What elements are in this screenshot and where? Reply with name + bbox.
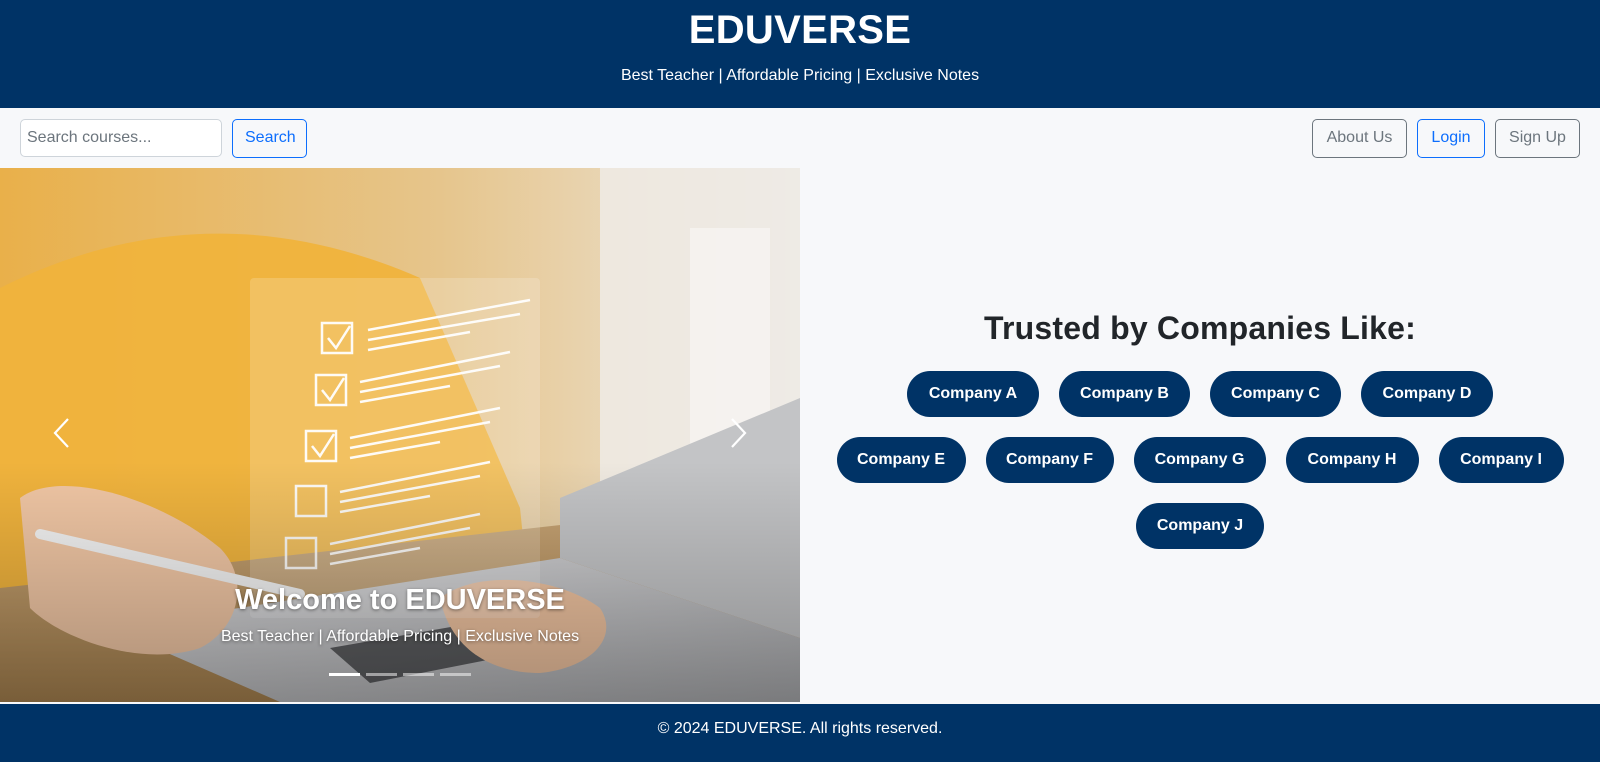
carousel-indicator-4[interactable] <box>440 673 471 676</box>
about-us-button[interactable]: About Us <box>1312 118 1407 158</box>
carousel-next-button[interactable] <box>718 408 758 458</box>
footer-copyright: © 2024 EDUVERSE. All rights reserved. <box>657 720 943 737</box>
company-badge-f[interactable]: Company F <box>985 437 1114 483</box>
company-badge-d[interactable]: Company D <box>1361 371 1493 417</box>
carousel-indicators <box>0 673 800 676</box>
carousel-prev-button[interactable] <box>42 408 82 458</box>
company-row: Company E Company F Company G Company H … <box>836 437 1564 483</box>
trusted-title: Trusted by Companies Like: <box>984 310 1416 346</box>
company-row: Company J <box>1136 503 1264 549</box>
chevron-left-icon <box>53 418 69 448</box>
carousel-indicator-2[interactable] <box>366 673 397 676</box>
company-badge-h[interactable]: Company H <box>1285 437 1419 483</box>
company-badge-e[interactable]: Company E <box>836 437 966 483</box>
carousel-caption-title: Welcome to EDUVERSE <box>235 584 565 616</box>
nav-actions: About Us Login Sign Up <box>1312 118 1580 158</box>
site-tagline: Best Teacher | Affordable Pricing | Excl… <box>620 67 980 84</box>
carousel-indicator-1[interactable] <box>329 673 360 676</box>
site-title: EDUVERSE <box>688 8 912 52</box>
company-list: Company A Company B Company C Company D … <box>836 371 1564 549</box>
hero-carousel: Welcome to EDUVERSE Best Teacher | Affor… <box>0 168 800 702</box>
company-badge-i[interactable]: Company I <box>1438 437 1564 483</box>
chevron-right-icon <box>731 418 747 448</box>
company-badge-c[interactable]: Company C <box>1210 371 1341 417</box>
carousel-caption: Welcome to EDUVERSE Best Teacher | Affor… <box>0 582 800 646</box>
company-row: Company A Company B Company C Company D <box>907 371 1493 417</box>
search-input[interactable] <box>20 119 222 157</box>
login-button[interactable]: Login <box>1417 118 1485 158</box>
company-badge-j[interactable]: Company J <box>1136 503 1264 549</box>
trusted-companies-section: Trusted by Companies Like: Company A Com… <box>800 168 1600 702</box>
navbar: Search About Us Login Sign Up <box>0 108 1600 168</box>
company-badge-a[interactable]: Company A <box>907 371 1039 417</box>
search-button[interactable]: Search <box>232 118 307 158</box>
carousel-caption-subtitle: Best Teacher | Affordable Pricing | Excl… <box>220 628 580 645</box>
company-badge-b[interactable]: Company B <box>1059 371 1190 417</box>
site-header: EDUVERSE Best Teacher | Affordable Prici… <box>0 0 1600 108</box>
main-content: Welcome to EDUVERSE Best Teacher | Affor… <box>0 168 1600 702</box>
search-form: Search <box>20 118 307 158</box>
sign-up-button[interactable]: Sign Up <box>1495 118 1580 158</box>
carousel-indicator-3[interactable] <box>403 673 434 676</box>
company-badge-g[interactable]: Company G <box>1133 437 1266 483</box>
site-footer: © 2024 EDUVERSE. All rights reserved. <box>0 704 1600 762</box>
